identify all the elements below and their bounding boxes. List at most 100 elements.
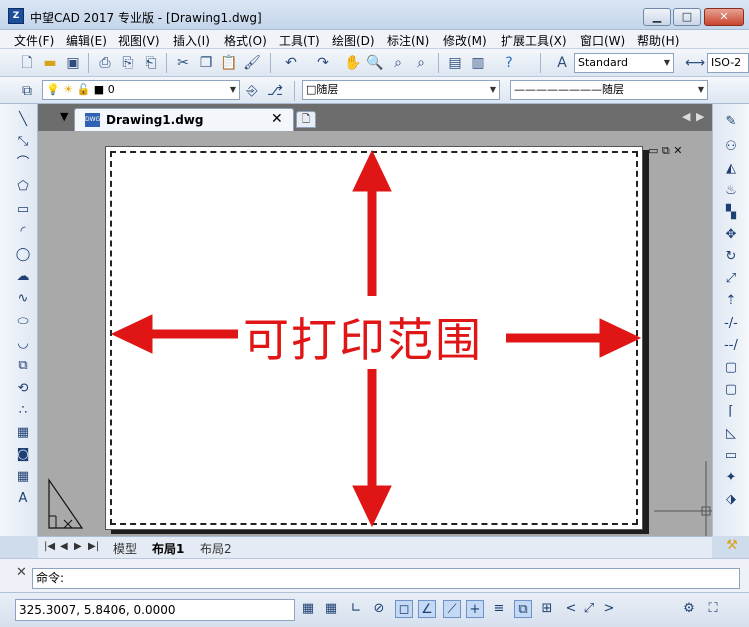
copy-icon[interactable]: ❐ [197, 54, 215, 72]
edit-block-icon[interactable]: ⬗ [721, 490, 741, 510]
scroll-left-icon[interactable]: < [562, 600, 580, 618]
make-block-icon[interactable]: ⟲ [13, 379, 33, 399]
new-tab-icon[interactable]: 🗋 [296, 111, 316, 128]
print-icon[interactable]: ⎙ [96, 54, 114, 72]
close-button[interactable]: ✕ [704, 8, 744, 26]
design-center-icon[interactable]: ▥ [469, 54, 487, 72]
explode-icon[interactable]: ▭ [721, 446, 741, 466]
ortho-icon[interactable]: ∟ [347, 600, 365, 618]
copy-object-icon[interactable]: ⚇ [721, 137, 741, 157]
menu-window[interactable]: 窗口(W) [580, 32, 625, 49]
tab-layout1[interactable]: 布局1 [152, 540, 184, 557]
object-track-icon[interactable]: ∠ [418, 600, 436, 618]
move-icon[interactable]: ✥ [721, 225, 741, 245]
layer-previous-icon[interactable]: ⎇ [266, 82, 284, 100]
offset-icon[interactable]: ♨ [721, 181, 741, 201]
dynamic-ucs-icon[interactable]: ⟋ [443, 600, 461, 618]
layout-settings-icon[interactable]: ⚒ [722, 536, 742, 556]
zoom-window-icon[interactable]: ⌕ [389, 54, 407, 72]
snap-icon[interactable]: ▦ [299, 600, 317, 618]
layout-prev-icon[interactable]: ◀ [60, 541, 68, 552]
menu-modify[interactable]: 修改(M) [443, 32, 487, 49]
close-command-icon[interactable]: ✕ [16, 565, 27, 580]
publish-icon[interactable]: ⎗ [142, 54, 160, 72]
mirror-icon[interactable]: ◭ [721, 159, 741, 179]
menu-view[interactable]: 视图(V) [118, 32, 160, 49]
construction-line-icon[interactable]: ⤡ [13, 132, 33, 152]
hatch-icon[interactable]: ▦ [13, 423, 33, 443]
command-input[interactable]: 命令: [32, 568, 740, 589]
fullscreen-icon[interactable]: ⛶ [704, 600, 722, 618]
print-preview-icon[interactable]: ⎘ [119, 54, 137, 72]
menu-file[interactable]: 文件(F) [14, 32, 54, 49]
tab-drawing1[interactable]: DWG Drawing1.dwg ✕ [74, 108, 294, 131]
lineweight-icon[interactable]: ≡ [490, 600, 508, 618]
drawing-canvas[interactable]: ▭ ⧉ ✕ 可打印范围 [38, 131, 712, 536]
layer-select[interactable]: 💡 ☀ 🔓 ■ 0 ▼ [42, 80, 240, 100]
grid-icon[interactable]: ▦ [322, 600, 340, 618]
menu-format[interactable]: 格式(O) [224, 32, 267, 49]
close-tab-icon[interactable]: ✕ [271, 111, 283, 127]
ellipse-icon[interactable]: ⬭ [13, 312, 33, 332]
zoom-realtime-icon[interactable]: 🔍 [366, 54, 384, 72]
help-icon[interactable]: ? [500, 54, 518, 72]
tab-scroll-left-icon[interactable]: ◀ [682, 110, 690, 123]
join-icon[interactable]: ▢ [721, 380, 741, 400]
maximize-button[interactable]: □ [673, 8, 701, 26]
tab-layout2[interactable]: 布局2 [200, 540, 232, 557]
scale-icon[interactable]: ⤢ [721, 269, 741, 289]
revision-cloud-icon[interactable]: ☁ [13, 267, 33, 287]
chamfer-icon[interactable]: ⌈ [721, 402, 741, 422]
fillet-icon[interactable]: ◺ [721, 424, 741, 444]
open-folder-icon[interactable]: ▬ [41, 54, 59, 72]
array-icon[interactable]: ▚ [721, 203, 741, 223]
minimize-button[interactable]: ▁ [643, 8, 671, 26]
pan-icon[interactable]: ✋ [344, 54, 362, 72]
tab-list-icon[interactable]: ▼ [60, 110, 68, 123]
redo-icon[interactable]: ↷ [314, 54, 332, 72]
menu-insert[interactable]: 插入(I) [173, 32, 210, 49]
dim-style-select[interactable]: ISO-2 [707, 53, 749, 73]
break-icon[interactable]: ▢ [721, 358, 741, 378]
tab-model[interactable]: 模型 [113, 540, 137, 557]
multiline-text-icon[interactable]: A [13, 489, 33, 509]
layout-last-icon[interactable]: ▶| [88, 541, 99, 552]
menu-extend-tools[interactable]: 扩展工具(X) [501, 32, 567, 49]
insert-block-icon[interactable]: ⧉ [13, 356, 33, 376]
extend-icon[interactable]: --/ [721, 336, 741, 356]
polyline-icon[interactable]: ⌒ [13, 154, 33, 174]
maximize-viewport-icon[interactable]: ⤢ [580, 600, 598, 618]
undo-icon[interactable]: ↶ [282, 54, 300, 72]
circle-icon[interactable]: ◯ [13, 245, 33, 265]
polar-icon[interactable]: ⊘ [370, 600, 388, 618]
menu-tools[interactable]: 工具(T) [279, 32, 320, 49]
menu-help[interactable]: 帮助(H) [637, 32, 679, 49]
edit-polyline-icon[interactable]: ✦ [721, 468, 741, 488]
tab-scroll-right-icon[interactable]: ▶ [696, 110, 704, 123]
region-icon[interactable]: ◙ [13, 445, 33, 465]
properties-icon[interactable]: ▤ [446, 54, 464, 72]
new-file-icon[interactable]: 🗋 [18, 54, 36, 72]
arc-icon[interactable]: ◜ [13, 222, 33, 242]
layout-next-icon[interactable]: ▶ [74, 541, 82, 552]
zoom-previous-icon[interactable]: ⌕ [412, 54, 430, 72]
make-current-layer-icon[interactable]: ⎆ [243, 82, 261, 100]
linetype-select[interactable]: ————————随层 ▼ [510, 80, 708, 100]
object-snap-icon[interactable]: ◻ [395, 600, 413, 618]
save-icon[interactable]: ▣ [64, 54, 82, 72]
scroll-right-icon[interactable]: > [600, 600, 618, 618]
menu-dimension[interactable]: 标注(N) [387, 32, 429, 49]
transparency-icon[interactable]: ⧉ [514, 600, 532, 618]
paste-icon[interactable]: 📋 [220, 54, 238, 72]
trim-icon[interactable]: -/- [721, 314, 741, 334]
erase-icon[interactable]: ✎ [721, 112, 741, 132]
menu-draw[interactable]: 绘图(D) [332, 32, 375, 49]
layout-first-icon[interactable]: |◀ [44, 541, 55, 552]
gear-icon[interactable]: ⚙ [680, 600, 698, 618]
color-select[interactable]: □随层 ▼ [302, 80, 500, 100]
point-icon[interactable]: ∴ [13, 401, 33, 421]
stretch-icon[interactable]: ⇡ [721, 291, 741, 311]
match-properties-icon[interactable]: 🖌 [243, 54, 261, 72]
rectangle-icon[interactable]: ▭ [13, 200, 33, 220]
ellipse-arc-icon[interactable]: ◡ [13, 334, 33, 354]
